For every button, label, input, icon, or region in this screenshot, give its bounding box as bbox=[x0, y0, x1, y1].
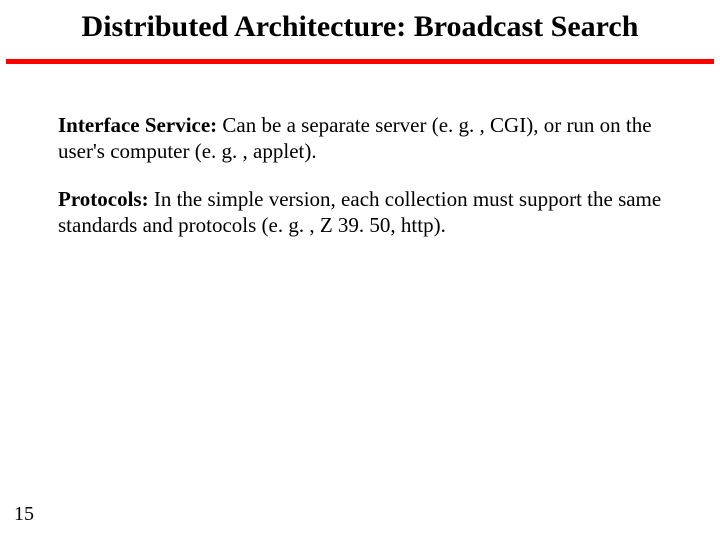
slide-title: Distributed Architecture: Broadcast Sear… bbox=[0, 0, 720, 45]
paragraph-protocols: Protocols: In the simple version, each c… bbox=[58, 186, 672, 239]
slide-content: Interface Service: Can be a separate ser… bbox=[0, 64, 720, 239]
label-protocols: Protocols: bbox=[58, 187, 149, 211]
paragraph-interface-service: Interface Service: Can be a separate ser… bbox=[58, 112, 672, 165]
slide: Distributed Architecture: Broadcast Sear… bbox=[0, 0, 720, 540]
label-interface-service: Interface Service: bbox=[58, 113, 217, 137]
text-protocols: In the simple version, each collection m… bbox=[58, 187, 661, 237]
page-number: 15 bbox=[14, 503, 34, 526]
